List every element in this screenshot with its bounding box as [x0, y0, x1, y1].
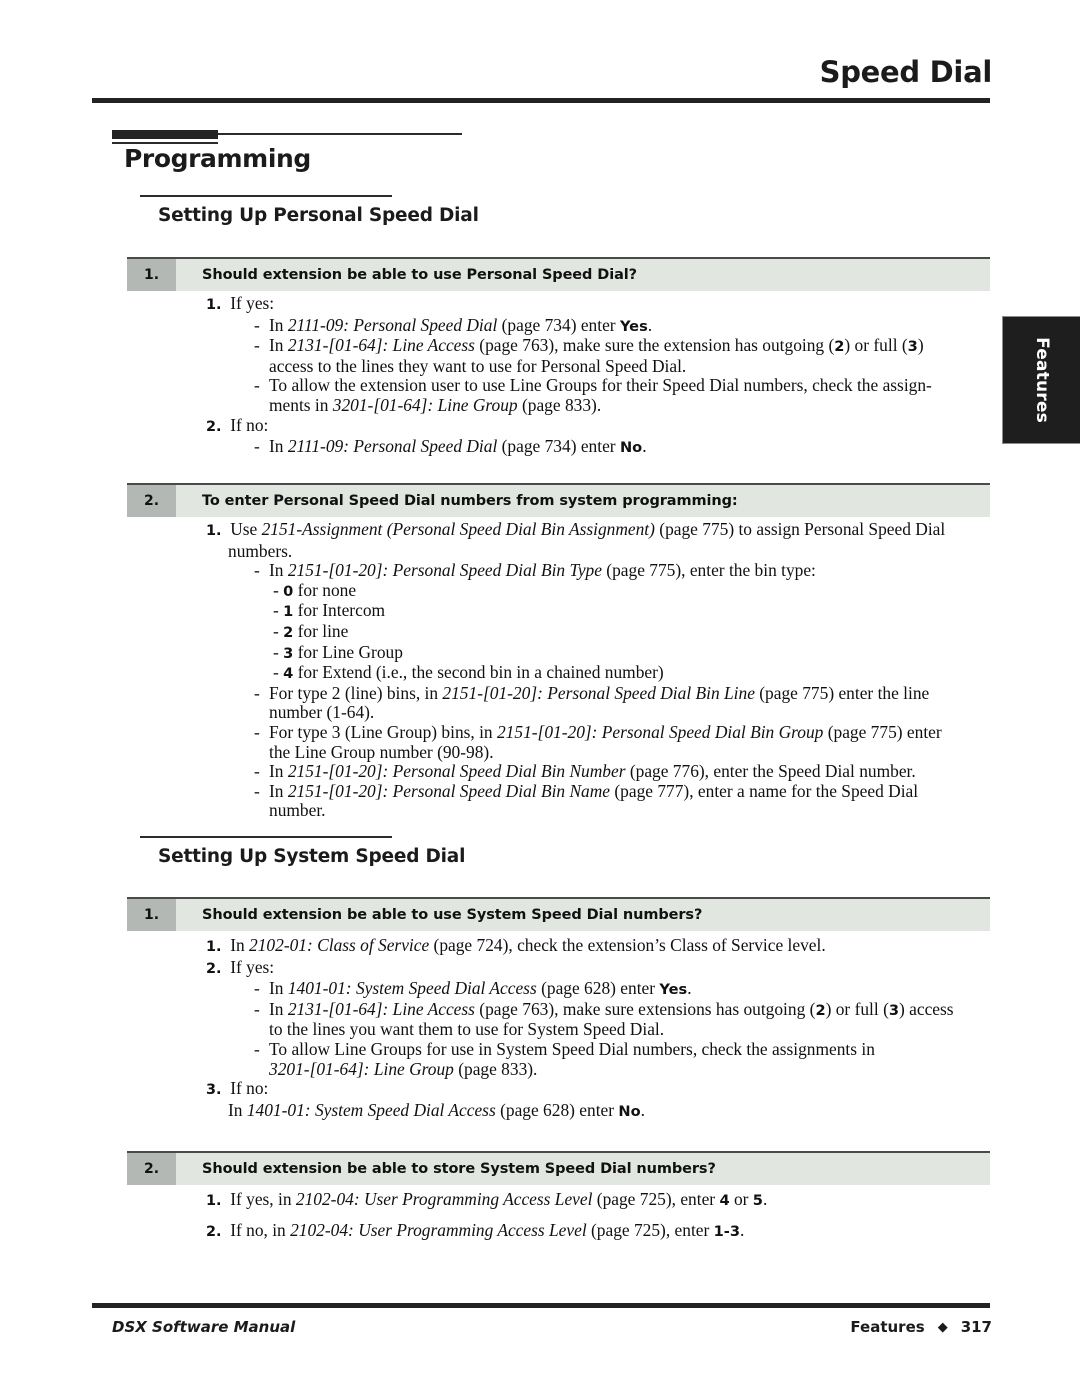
footer-section-label: Features [850, 1318, 925, 1336]
list-item: - 2 for line [273, 620, 349, 641]
section-1-heading: Setting Up Personal Speed Dial [158, 205, 479, 226]
question-2-1-body: 1. In 2102-01: Class of Service (page 72… [206, 935, 1006, 1121]
list-item: - 0 for none [273, 579, 357, 600]
programming-heading-rule-thick [112, 130, 218, 139]
list-item: - 3 for Line Group [273, 641, 403, 662]
list-item-continuation: number. [269, 800, 326, 821]
question-title: Should extension be able to use Personal… [176, 259, 990, 291]
list-item-continuation: 3201-[01-64]: Line Group (page 833). [269, 1058, 538, 1079]
footer-page-info: Features ◆ 317 [850, 1318, 992, 1336]
question-number: 2. [127, 485, 176, 517]
list-item: 1. In 2102-01: Class of Service (page 72… [206, 935, 826, 955]
list-item-continuation: number (1-64). [269, 702, 375, 723]
list-item: - In 2151-[01-20]: Personal Speed Dial Bi… [254, 761, 916, 782]
list-item-continuation: to the lines you want them to use for Sy… [269, 1019, 665, 1040]
question-title: To enter Personal Speed Dial numbers fro… [176, 485, 990, 517]
question-2-2-body: 1. If yes, in 2102-04: User Programming … [206, 1189, 1006, 1242]
list-item: 1. If yes: [206, 293, 275, 313]
question-title: Should extension be able to use System S… [176, 899, 990, 931]
header-rule [92, 98, 990, 103]
list-item: 2. If no, in 2102-04: User Programming A… [206, 1219, 745, 1240]
thumb-tab-label: Features [1031, 337, 1052, 423]
list-item: 1. If yes, in 2102-04: User Programming … [206, 1189, 768, 1209]
list-item: - For type 2 (line) bins, in 2151-[01-20]… [254, 682, 930, 703]
list-item: - In 2151-[01-20]: Personal Speed Dial Bi… [254, 780, 919, 801]
list-item: 2. If no: [206, 414, 269, 435]
question-bar-2-2: 2. Should extension be able to store Sys… [127, 1151, 990, 1185]
list-item: - 1 for Intercom [273, 600, 386, 621]
section-2-heading: Setting Up System Speed Dial [158, 846, 466, 867]
question-number: 1. [127, 259, 176, 291]
list-item: - To allow the extension user to use Line… [254, 375, 932, 396]
section-1-heading-rule [140, 195, 392, 197]
list-item: - For type 3 (Line Group) bins, in 2151-[… [254, 721, 942, 742]
question-1-1-body: 1. If yes: - In 2111-09: Personal Speed D… [206, 293, 996, 458]
list-item: In 1401-01: System Speed Dial Access (pa… [228, 1099, 645, 1120]
question-number: 1. [127, 899, 176, 931]
programming-heading-rule-thin [218, 133, 462, 135]
question-1-2-body: 1. Use 2151-Assignment (Personal Speed D… [206, 519, 996, 821]
question-bar-2-1: 1. Should extension be able to use Syste… [127, 897, 990, 931]
list-item-continuation: numbers. [228, 540, 293, 561]
list-item-continuation: ments in 3201-[01-64]: Line Group (page … [269, 394, 602, 415]
thumb-tab-features: Features [1002, 316, 1080, 444]
list-item: 3. If no: [206, 1078, 269, 1099]
document-page: Speed Dial Programming Setting Up Person… [0, 0, 1080, 1397]
list-item: 2. If yes: [206, 956, 275, 977]
footer-rule [92, 1303, 990, 1308]
section-2-heading-rule [140, 836, 392, 838]
list-item: - In 2131-[01-64]: Line Access (page 763)… [254, 335, 924, 356]
question-bar-1-1: 1. Should extension be able to use Perso… [127, 257, 990, 291]
footer-manual-title: DSX Software Manual [112, 1318, 296, 1336]
list-item: - 4 for Extend (i.e., the second bin in … [273, 662, 664, 683]
list-item: - In 2111-09: Personal Speed Dial (page 7… [254, 314, 653, 335]
programming-heading: Programming [124, 144, 311, 173]
list-item-continuation: access to the lines they want to use for… [269, 355, 687, 376]
list-item: - To allow Line Groups for use in System … [254, 1038, 875, 1059]
running-head-title: Speed Dial [819, 55, 993, 89]
list-item: - In 2111-09: Personal Speed Dial (page 7… [254, 436, 647, 457]
question-bar-1-2: 2. To enter Personal Speed Dial numbers … [127, 483, 990, 517]
question-number: 2. [127, 1153, 176, 1185]
diamond-icon: ◆ [937, 1319, 948, 1335]
list-item-continuation: the Line Group number (90-98). [269, 741, 494, 762]
list-item: 1. Use 2151-Assignment (Personal Speed D… [206, 519, 946, 539]
footer-page-number: 317 [960, 1318, 992, 1336]
list-item: - In 1401-01: System Speed Dial Access (p… [254, 978, 692, 999]
question-title: Should extension be able to store System… [176, 1153, 990, 1185]
list-item: - In 2131-[01-64]: Line Access (page 763)… [254, 998, 954, 1019]
list-item: - In 2151-[01-20]: Personal Speed Dial Bi… [254, 560, 816, 581]
